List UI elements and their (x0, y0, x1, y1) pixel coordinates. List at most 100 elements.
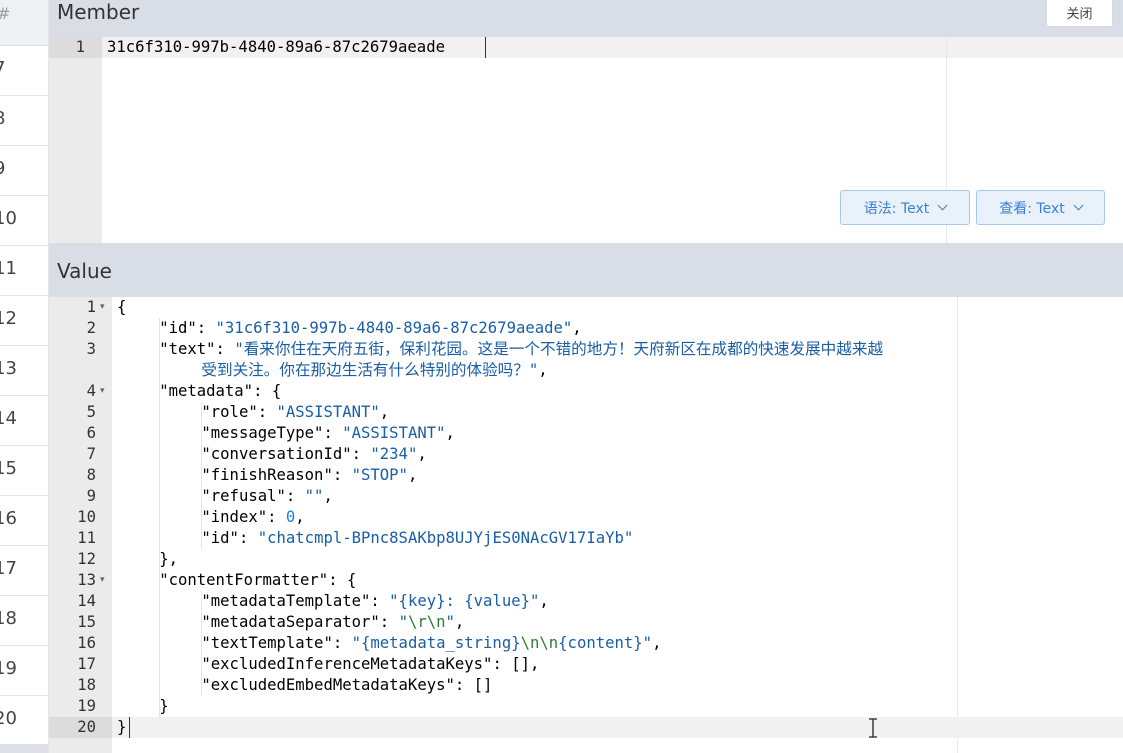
left-table-row[interactable]: 14 (0, 396, 48, 446)
value-title: Value (57, 259, 112, 283)
token-punc: , (417, 445, 427, 463)
token-key: "id" (159, 319, 197, 337)
view-mode-button[interactable]: 查看: Text (976, 190, 1105, 225)
left-table-row[interactable]: 17 (0, 546, 48, 596)
token-str: " (398, 613, 408, 631)
code-line: "id": "chatcmpl-BPnc8SAKbp8UJYjES0NAcGV1… (49, 528, 1123, 549)
indent-guide (201, 402, 202, 549)
left-table-row[interactable]: 19 (0, 646, 48, 696)
token-key: "id" (201, 529, 239, 547)
token-key: "metadataTemplate" (201, 592, 371, 610)
token-str: "ASSISTANT" (342, 424, 446, 442)
text-cursor (485, 37, 486, 58)
ibeam-cursor-icon (869, 718, 877, 738)
code-line: "role": "ASSISTANT", (49, 402, 1123, 423)
left-table-row[interactable]: 9 (0, 146, 48, 196)
code-line: "contentFormatter": { (49, 570, 1123, 591)
left-table-row-number: 18 (0, 608, 17, 629)
token-punc: : (257, 403, 277, 421)
left-table-row[interactable]: 7 (0, 46, 48, 96)
left-table-row[interactable]: 8 (0, 96, 48, 146)
close-button[interactable]: 关闭 (1046, 0, 1113, 27)
left-table-row[interactable]: 10 (0, 196, 48, 246)
chevron-down-icon (937, 200, 948, 211)
left-table-row[interactable]: 20 (0, 696, 48, 746)
chevron-down-icon (1073, 200, 1084, 211)
token-punc: , (323, 487, 333, 505)
token-str: "STOP" (351, 466, 408, 484)
member-editor[interactable]: 1 31c6f310-997b-4840-89a6-87c2679aeade 语… (49, 37, 1123, 243)
token-punc: : (215, 340, 235, 358)
token-punc: , (454, 613, 465, 631)
left-table-header: # (0, 0, 48, 46)
left-table-row-number: 16 (0, 508, 17, 529)
token-punc: } (159, 697, 169, 715)
code-line: "excludedInferenceMetadataKeys": [], (49, 654, 1123, 675)
token-key: "excludedEmbedMetadataKeys" (201, 676, 455, 694)
token-key: "excludedInferenceMetadataKeys" (201, 655, 493, 673)
text-cursor (129, 717, 130, 738)
member-value-text: 31c6f310-997b-4840-89a6-87c2679aeade (107, 38, 445, 56)
token-punc: , (407, 466, 418, 484)
left-table-header-label: # (0, 4, 10, 23)
token-key: "role" (201, 403, 258, 421)
token-punc: : (351, 445, 371, 463)
token-punc: , (539, 592, 549, 610)
token-key: "index" (201, 508, 268, 526)
token-punc: : (323, 424, 343, 442)
token-str: "" (304, 487, 324, 505)
token-punc: : (285, 487, 305, 505)
left-table-row-number: 12 (0, 308, 17, 329)
left-table-row[interactable]: 15 (0, 446, 48, 496)
left-table-row[interactable]: 18 (0, 596, 48, 646)
code-line: "metadata": { (49, 381, 1123, 402)
token-punc: : (238, 529, 258, 547)
token-key: "messageType" (201, 424, 324, 442)
code-line: } (49, 696, 1123, 717)
token-punc: , (445, 424, 455, 442)
token-str: "31c6f310-997b-4840-89a6-87c2679aeade" (215, 319, 573, 337)
token-punc: } (117, 718, 127, 736)
token-str: "chatcmpl-BPnc8SAKbp8UJYjES0NAcGV17IaYb" (257, 529, 634, 547)
left-table-row[interactable]: 16 (0, 496, 48, 546)
indent-guide (201, 591, 202, 696)
left-table-row-number: 13 (0, 358, 17, 379)
token-key: "contentFormatter" (159, 571, 329, 589)
left-table-row-number: 17 (0, 558, 17, 579)
token-punc: }, (159, 550, 178, 568)
token-str: " (445, 613, 455, 631)
view-mode-label: 查看: Text (999, 200, 1065, 217)
token-punc: , (652, 634, 662, 652)
value-editor[interactable]: 1 ▾{2 "id": "31c6f310-997b-4840-89a6-87c26… (49, 297, 1123, 753)
code-line: } (49, 717, 1123, 738)
token-punc: : [], (492, 655, 540, 673)
syntax-mode-button[interactable]: 语法: Text (840, 190, 970, 225)
token-esc: \n\n (520, 634, 559, 652)
token-punc: , (295, 508, 305, 526)
left-table-row[interactable]: 13 (0, 346, 48, 396)
left-table-row[interactable]: 11 (0, 246, 48, 296)
token-str: "234" (370, 445, 418, 463)
token-punc: : (196, 319, 216, 337)
code-line: "id": "31c6f310-997b-4840-89a6-87c2679ae… (49, 318, 1123, 339)
token-str: {content}" (558, 634, 653, 652)
token-punc: : { (328, 571, 357, 589)
left-table-row-number: 14 (0, 408, 17, 429)
left-row-table: # 7 8 9 10 11 12 13 14 15 16 17 18 19 20 (0, 0, 49, 753)
left-table-row-number: 10 (0, 208, 17, 229)
left-table-row-number: 8 (0, 108, 5, 129)
left-table-row[interactable]: 12 (0, 296, 48, 346)
code-line: { (49, 297, 1123, 318)
token-key: "textTemplate" (201, 634, 333, 652)
left-table-scrollbar[interactable] (0, 744, 48, 753)
token-punc: { (117, 298, 127, 316)
syntax-mode-label: 语法: Text (863, 200, 930, 217)
value-panel-header: Value (49, 243, 1123, 297)
token-key: "text" (159, 340, 216, 358)
member-title: Member (57, 0, 140, 24)
left-table-row-number: 11 (0, 258, 17, 279)
member-panel-header: Member 关闭 (49, 0, 1123, 37)
token-str: "{metadata_string} (351, 634, 521, 652)
token-key: "finishReason" (201, 466, 333, 484)
token-key: "conversationId" (201, 445, 352, 463)
